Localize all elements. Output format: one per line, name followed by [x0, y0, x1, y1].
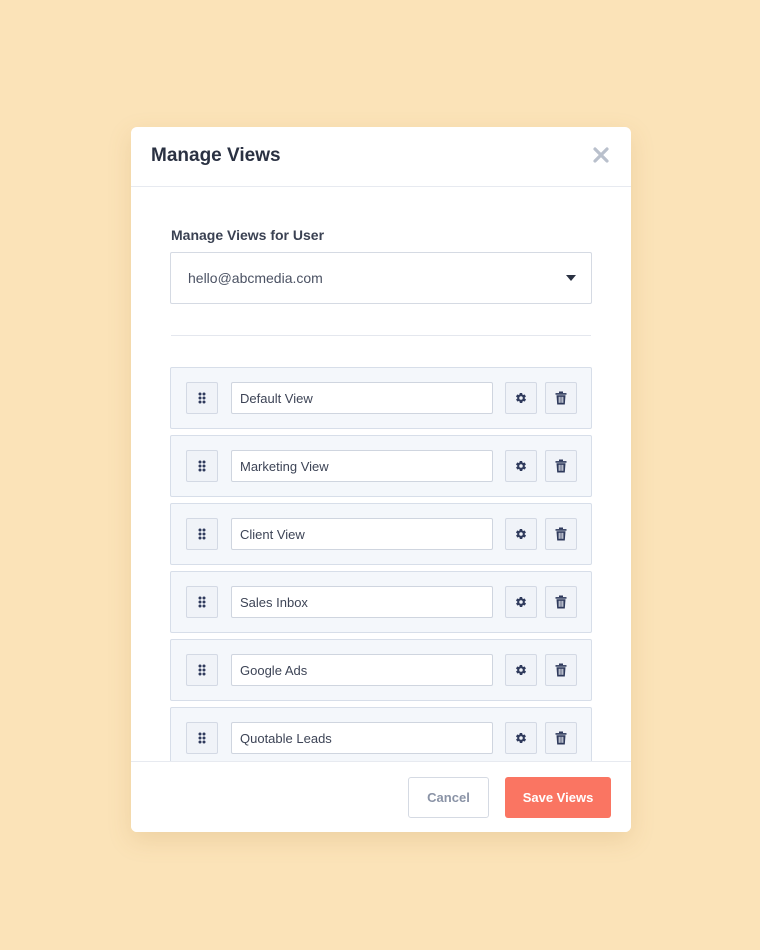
delete-view-button[interactable]: [545, 450, 577, 482]
drag-handle[interactable]: [186, 382, 218, 414]
delete-view-button[interactable]: [545, 586, 577, 618]
view-row: [170, 435, 592, 497]
trash-icon: [555, 459, 567, 473]
drag-handle[interactable]: [186, 518, 218, 550]
user-select-label: Manage Views for User: [171, 227, 325, 243]
modal-header: Manage Views: [131, 127, 631, 187]
cancel-button[interactable]: Cancel: [408, 777, 489, 818]
delete-view-button[interactable]: [545, 382, 577, 414]
view-settings-button[interactable]: [505, 518, 537, 550]
view-name-input[interactable]: [231, 518, 493, 550]
drag-handle-icon: [198, 460, 206, 472]
view-settings-button[interactable]: [505, 450, 537, 482]
view-name-input[interactable]: [231, 450, 493, 482]
view-name-input[interactable]: [231, 382, 493, 414]
gear-icon: [516, 596, 526, 608]
view-settings-button[interactable]: [505, 586, 537, 618]
user-select-value: hello@abcmedia.com: [188, 270, 323, 286]
view-row: [170, 639, 592, 701]
drag-handle-icon: [198, 664, 206, 676]
gear-icon: [516, 528, 526, 540]
drag-handle[interactable]: [186, 654, 218, 686]
drag-handle[interactable]: [186, 586, 218, 618]
trash-icon: [555, 595, 567, 609]
view-row: [170, 707, 592, 761]
drag-handle[interactable]: [186, 450, 218, 482]
caret-down-icon: [566, 275, 576, 281]
trash-icon: [555, 663, 567, 677]
view-row: [170, 571, 592, 633]
close-button[interactable]: [591, 145, 611, 165]
gear-icon: [516, 732, 526, 744]
modal-title: Manage Views: [151, 145, 281, 166]
drag-handle-icon: [198, 528, 206, 540]
delete-view-button[interactable]: [545, 518, 577, 550]
save-views-button[interactable]: Save Views: [505, 777, 611, 818]
view-name-input[interactable]: [231, 586, 493, 618]
modal-footer: Cancel Save Views: [131, 761, 631, 832]
user-select[interactable]: hello@abcmedia.com: [170, 252, 592, 304]
view-settings-button[interactable]: [505, 722, 537, 754]
gear-icon: [516, 460, 526, 472]
views-list: [170, 367, 592, 761]
close-icon: [593, 147, 609, 163]
trash-icon: [555, 527, 567, 541]
drag-handle-icon: [198, 732, 206, 744]
trash-icon: [555, 391, 567, 405]
delete-view-button[interactable]: [545, 722, 577, 754]
drag-handle-icon: [198, 596, 206, 608]
drag-handle[interactable]: [186, 722, 218, 754]
view-row: [170, 367, 592, 429]
manage-views-modal: Manage Views Manage Views for User hello…: [131, 127, 631, 832]
view-settings-button[interactable]: [505, 382, 537, 414]
view-name-input[interactable]: [231, 722, 493, 754]
gear-icon: [516, 664, 526, 676]
delete-view-button[interactable]: [545, 654, 577, 686]
trash-icon: [555, 731, 567, 745]
view-settings-button[interactable]: [505, 654, 537, 686]
divider: [171, 335, 591, 336]
view-name-input[interactable]: [231, 654, 493, 686]
view-row: [170, 503, 592, 565]
gear-icon: [516, 392, 526, 404]
drag-handle-icon: [198, 392, 206, 404]
